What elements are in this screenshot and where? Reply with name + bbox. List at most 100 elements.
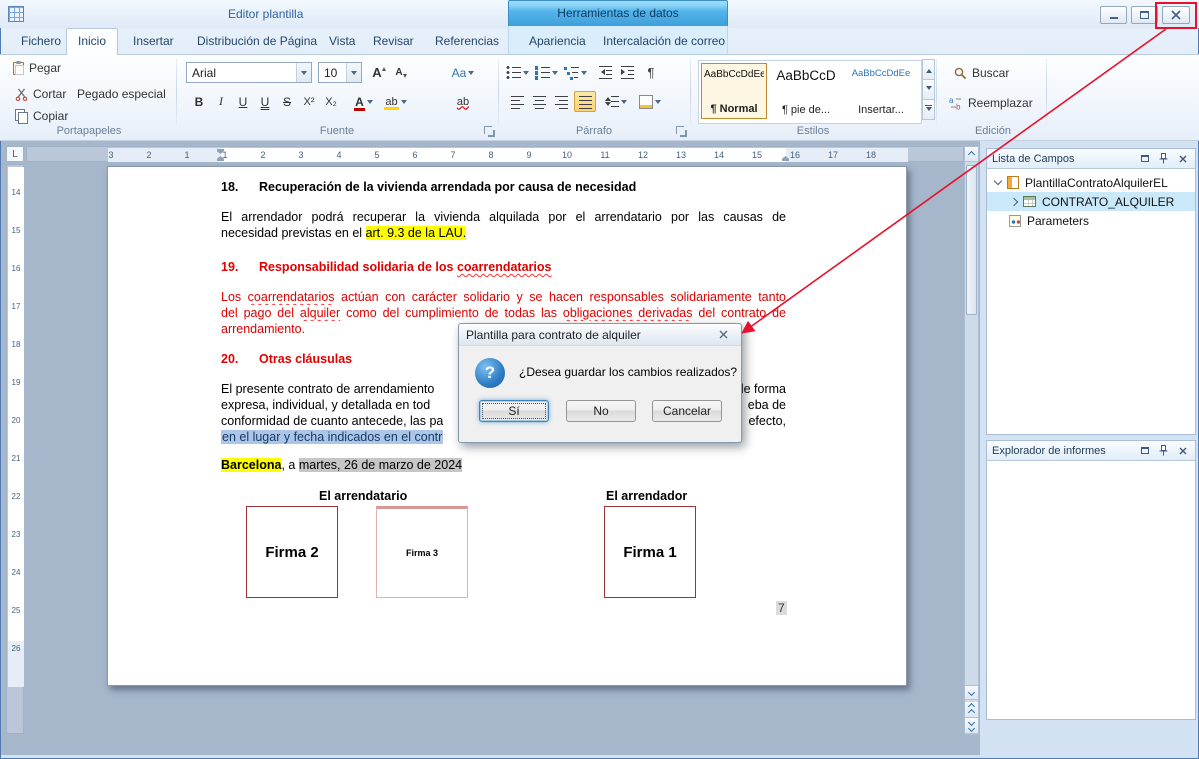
panel-close-button[interactable] xyxy=(1175,444,1190,458)
no-button[interactable]: No xyxy=(566,400,636,422)
text-run: actúan con carácter solidario y se hacen… xyxy=(335,290,786,304)
shrink-font-icon: A xyxy=(395,67,402,78)
font-size-dropdown[interactable] xyxy=(346,63,361,82)
app-icon[interactable] xyxy=(8,6,24,22)
tree-item-parameters[interactable]: Parameters xyxy=(987,211,1195,230)
tab-referencias[interactable]: Referencias xyxy=(424,28,510,54)
style-name: ¶ Normal xyxy=(704,103,764,115)
shading-button[interactable] xyxy=(636,91,663,112)
paste-icon xyxy=(13,62,24,75)
bullet-list-button[interactable] xyxy=(504,62,531,83)
font-color-button[interactable]: A xyxy=(350,91,377,112)
scroll-up-button[interactable] xyxy=(965,147,978,162)
maximize-button[interactable] xyxy=(1131,6,1158,24)
justify-icon xyxy=(578,94,593,109)
minimize-button[interactable] xyxy=(1100,6,1127,24)
tree-item-contrato-alquiler[interactable]: CONTRATO_ALQUILER xyxy=(987,192,1195,211)
highlight-button[interactable]: ab xyxy=(381,91,410,112)
style-item-insertar[interactable]: AaBbCcDdEe Insertar... xyxy=(845,63,917,119)
vertical-ruler[interactable]: 14151617181920212223242526 xyxy=(6,164,24,734)
shrink-font-button[interactable]: A xyxy=(390,62,412,83)
copy-button[interactable]: Copiar xyxy=(12,108,71,124)
tab-distribucion[interactable]: Distribución de Página xyxy=(186,28,328,54)
close-button[interactable] xyxy=(1162,6,1190,24)
document-canvas[interactable]: 18. Recuperación de la vivienda arrendad… xyxy=(24,162,964,735)
panel-maximize-button[interactable] xyxy=(1137,152,1152,166)
strikethrough-button[interactable]: S xyxy=(276,91,298,112)
horizontal-ruler[interactable]: 321123456789101112131415161718 xyxy=(26,146,964,162)
panel-maximize-button[interactable] xyxy=(1137,444,1152,458)
tab-revisar[interactable]: Revisar xyxy=(362,28,425,54)
text-run: Los xyxy=(221,290,248,304)
double-underline-button[interactable]: U xyxy=(254,91,276,112)
show-marks-button[interactable]: ¶ xyxy=(640,62,662,83)
tree-item-plantilla[interactable]: PlantillaContratoAlquilerEL xyxy=(987,173,1195,192)
signature-box-firma3[interactable]: Firma 3 xyxy=(376,506,468,598)
ruler-number: 4 xyxy=(320,148,358,162)
grow-font-button[interactable]: A xyxy=(368,62,390,83)
gallery-expand-button[interactable] xyxy=(922,99,935,120)
dialog-close-button[interactable] xyxy=(712,327,734,343)
numbered-list-button[interactable] xyxy=(533,62,560,83)
clear-formatting-button[interactable]: ab xyxy=(452,91,474,112)
find-button[interactable]: Buscar xyxy=(950,65,1012,81)
previous-page-button[interactable] xyxy=(965,702,978,718)
chevron-down-icon xyxy=(367,100,373,104)
ruler-number: 16 xyxy=(776,148,814,162)
font-size-combo[interactable]: 10 xyxy=(318,62,362,83)
underline-button[interactable]: U xyxy=(232,91,254,112)
scrollbar-thumb[interactable] xyxy=(966,165,977,315)
indent-icon xyxy=(620,65,635,80)
align-left-button[interactable] xyxy=(506,91,528,112)
change-case-button[interactable]: Aa xyxy=(448,62,478,83)
gallery-scroll-up-button[interactable] xyxy=(922,59,935,80)
vertical-scrollbar[interactable] xyxy=(964,146,979,735)
justify-button[interactable] xyxy=(574,91,596,112)
tab-inicio[interactable]: Inicio xyxy=(66,28,118,55)
outdent-icon xyxy=(598,65,613,80)
bold-button[interactable]: B xyxy=(188,91,210,112)
align-right-button[interactable] xyxy=(550,91,572,112)
highlighted-text: Barcelona xyxy=(221,458,281,472)
ruler-number: 16 xyxy=(7,249,25,287)
signature-box-firma2[interactable]: Firma 2 xyxy=(246,506,338,598)
panel-pin-button[interactable] xyxy=(1156,444,1171,458)
hruler-numbers: 321123456789101112131415161718 xyxy=(92,148,890,162)
style-item-pie[interactable]: AaBbCcD ¶ pie de... xyxy=(770,63,842,119)
shading-icon xyxy=(639,95,653,109)
style-item-normal[interactable]: AaBbCcDdEe ¶ Normal xyxy=(701,63,767,119)
ruler-number: 11 xyxy=(586,148,624,162)
scroll-down-button[interactable] xyxy=(965,685,978,700)
paste-button[interactable]: Pegar xyxy=(10,60,64,76)
paste-special-button[interactable]: Pegado especial xyxy=(74,86,169,102)
copy-icon xyxy=(15,109,28,123)
tab-apariencia[interactable]: Apariencia xyxy=(518,28,597,54)
chevron-down-icon xyxy=(351,71,357,75)
tab-intercalacion[interactable]: Intercalación de correo xyxy=(592,28,736,54)
font-family-combo[interactable]: Arial xyxy=(186,62,312,83)
panel-close-button[interactable] xyxy=(1175,152,1190,166)
multilevel-list-button[interactable] xyxy=(562,62,589,83)
font-family-dropdown[interactable] xyxy=(296,63,311,82)
superscript-button[interactable]: X² xyxy=(298,91,320,112)
decrease-indent-button[interactable] xyxy=(594,62,616,83)
find-icon xyxy=(953,66,967,80)
yes-button[interactable]: Sí xyxy=(479,400,549,422)
cancel-button[interactable]: Cancelar xyxy=(652,400,722,422)
panel-pin-button[interactable] xyxy=(1156,152,1171,166)
gallery-scroll-down-button[interactable] xyxy=(922,79,935,100)
tab-vista[interactable]: Vista xyxy=(318,28,366,54)
next-page-button[interactable] xyxy=(965,718,978,734)
tab-fichero[interactable]: Fichero xyxy=(10,28,72,54)
signature-box-firma1[interactable]: Firma 1 xyxy=(604,506,696,598)
replace-button[interactable]: a b Reemplazar xyxy=(946,95,1036,111)
tab-insertar[interactable]: Insertar xyxy=(122,28,185,54)
tab-stop-selector[interactable]: L xyxy=(6,146,24,162)
subscript-button[interactable]: X₂ xyxy=(320,91,342,112)
cut-button[interactable]: Cortar xyxy=(12,86,69,102)
increase-indent-button[interactable] xyxy=(616,62,638,83)
align-center-button[interactable] xyxy=(528,91,550,112)
italic-button[interactable]: I xyxy=(210,91,232,112)
line-spacing-button[interactable] xyxy=(602,91,629,112)
close-icon xyxy=(1171,10,1181,20)
